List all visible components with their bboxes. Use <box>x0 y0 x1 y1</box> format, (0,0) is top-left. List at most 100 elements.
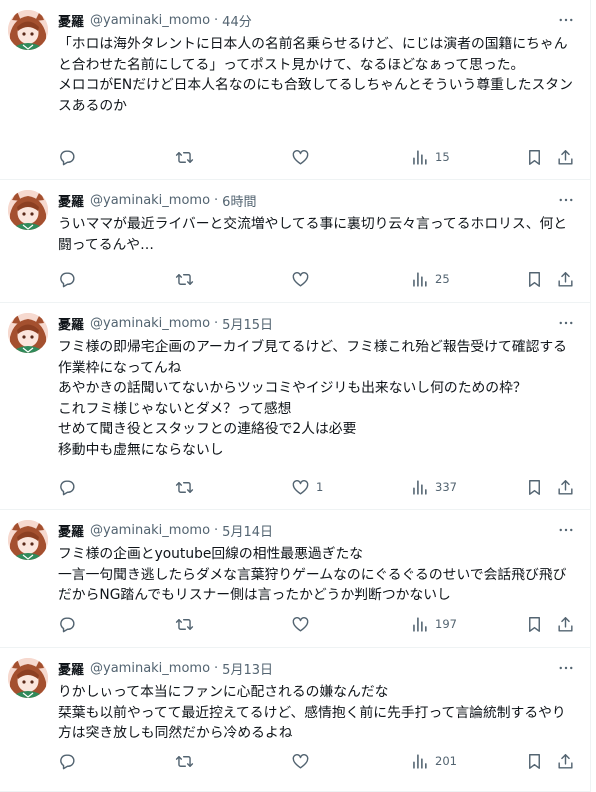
bookmark-icon <box>525 270 544 289</box>
action-bar: 1 337 <box>58 476 576 498</box>
more-icon[interactable] <box>556 313 576 333</box>
tweet[interactable]: 憂羅 @yaminaki_momo · 5月15日 フミ様の即帰宅企画のアーカイ… <box>0 303 590 510</box>
user-handle[interactable]: @yaminaki_momo <box>90 193 210 208</box>
action-bar: 201 <box>58 750 576 772</box>
like-button[interactable] <box>291 750 316 772</box>
like-button[interactable] <box>291 613 316 635</box>
reply-button[interactable] <box>58 476 77 498</box>
like-button[interactable]: 1 <box>291 476 323 498</box>
share-button[interactable] <box>556 268 575 290</box>
share-button[interactable] <box>556 476 575 498</box>
separator: · <box>214 12 219 28</box>
more-icon[interactable] <box>556 190 576 210</box>
like-button[interactable] <box>291 146 316 168</box>
tweet-text: りかしぃって本当にファンに心配されるの嫌なんだな 栞葉も以前やってて最近控えてる… <box>58 684 566 741</box>
timestamp[interactable]: 5月14日 <box>222 521 273 540</box>
tweet[interactable]: 憂羅 @yaminaki_momo · 44分 「ホロは海外タレントに日本人の名… <box>0 0 590 180</box>
bookmark-button[interactable] <box>525 268 544 290</box>
separator: · <box>214 522 219 538</box>
share-button[interactable] <box>556 613 575 635</box>
bookmark-icon <box>525 148 544 167</box>
timestamp[interactable]: 5月15日 <box>222 314 273 333</box>
share-icon <box>556 752 575 771</box>
views-button[interactable]: 15 <box>410 146 450 168</box>
reply-icon <box>58 270 77 289</box>
retweet-icon <box>175 270 194 289</box>
bookmark-button[interactable] <box>525 476 544 498</box>
display-name[interactable]: 憂羅 <box>58 659 84 678</box>
bookmark-button[interactable] <box>525 146 544 168</box>
retweet-button[interactable] <box>175 750 194 772</box>
heart-icon <box>291 752 310 771</box>
bookmark-icon <box>525 478 544 497</box>
tweet[interactable]: 憂羅 @yaminaki_momo · 5月14日 フミ様の企画とyoutube… <box>0 510 590 648</box>
views-button[interactable]: 337 <box>410 476 457 498</box>
tweet-text: ういママが最近ライバーと交流増やしてる事に裏切り云々言ってるホロリス、何と闘って… <box>58 216 568 253</box>
user-handle[interactable]: @yaminaki_momo <box>90 316 210 331</box>
tweet[interactable]: 憂羅 @yaminaki_momo · 5月13日 りかしぃって本当にファンに心… <box>0 648 590 792</box>
display-name[interactable]: 憂羅 <box>58 191 84 210</box>
avatar[interactable] <box>8 313 48 353</box>
views-button[interactable]: 201 <box>410 750 457 772</box>
reply-button[interactable] <box>58 613 77 635</box>
retweet-icon <box>175 752 194 771</box>
share-button[interactable] <box>556 146 575 168</box>
tweet-header: 憂羅 @yaminaki_momo · 44分 <box>58 10 576 30</box>
retweet-icon <box>175 615 194 634</box>
heart-icon <box>291 270 310 289</box>
avatar[interactable] <box>8 658 48 698</box>
view-count: 15 <box>435 150 450 164</box>
views-button[interactable]: 197 <box>410 613 457 635</box>
reply-icon <box>58 752 77 771</box>
avatar[interactable] <box>8 190 48 230</box>
retweet-button[interactable] <box>175 146 194 168</box>
reply-icon <box>58 148 77 167</box>
action-bar: 25 <box>58 268 576 290</box>
display-name[interactable]: 憂羅 <box>58 11 84 30</box>
view-count: 337 <box>435 480 457 494</box>
reply-icon <box>58 478 77 497</box>
tweet-header: 憂羅 @yaminaki_momo · 5月13日 <box>58 658 576 678</box>
more-icon[interactable] <box>556 520 576 540</box>
tweet-text: 「ホロは海外タレントに日本人の名前名乗らせるけど、にじは演者の国籍にちゃんと合わ… <box>58 36 573 114</box>
tweet-header: 憂羅 @yaminaki_momo · 5月15日 <box>58 313 576 333</box>
user-handle[interactable]: @yaminaki_momo <box>90 13 210 28</box>
more-icon[interactable] <box>556 10 576 30</box>
timestamp[interactable]: 6時間 <box>222 191 256 210</box>
share-button[interactable] <box>556 750 575 772</box>
analytics-icon <box>410 478 429 497</box>
more-icon[interactable] <box>556 658 576 678</box>
action-bar: 197 <box>58 613 576 635</box>
reply-button[interactable] <box>58 268 77 290</box>
bookmark-button[interactable] <box>525 613 544 635</box>
tweet[interactable]: 憂羅 @yaminaki_momo · 6時間 ういママが最近ライバーと交流増や… <box>0 180 590 303</box>
share-icon <box>556 615 575 634</box>
timestamp[interactable]: 44分 <box>222 11 252 30</box>
bookmark-icon <box>525 615 544 634</box>
action-bar: 15 <box>58 146 576 168</box>
separator: · <box>214 192 219 208</box>
avatar[interactable] <box>8 520 48 560</box>
bookmark-button[interactable] <box>525 750 544 772</box>
reply-icon <box>58 615 77 634</box>
views-button[interactable]: 25 <box>410 268 450 290</box>
like-count: 1 <box>316 480 324 494</box>
view-count: 197 <box>435 617 457 631</box>
display-name[interactable]: 憂羅 <box>58 521 84 540</box>
reply-button[interactable] <box>58 146 77 168</box>
retweet-icon <box>175 478 194 497</box>
view-count: 25 <box>435 272 450 286</box>
avatar[interactable] <box>8 10 48 50</box>
user-handle[interactable]: @yaminaki_momo <box>90 661 210 676</box>
heart-icon <box>291 148 310 167</box>
timestamp[interactable]: 5月13日 <box>222 659 273 678</box>
reply-button[interactable] <box>58 750 77 772</box>
display-name[interactable]: 憂羅 <box>58 314 84 333</box>
retweet-button[interactable] <box>175 613 194 635</box>
user-handle[interactable]: @yaminaki_momo <box>90 523 210 538</box>
retweet-button[interactable] <box>175 476 194 498</box>
separator: · <box>214 315 219 331</box>
tweet-text: フミ様の企画とyoutube回線の相性最悪過ぎたな 一言一句聞き逃したらダメな言… <box>58 546 567 603</box>
retweet-button[interactable] <box>175 268 194 290</box>
like-button[interactable] <box>291 268 316 290</box>
